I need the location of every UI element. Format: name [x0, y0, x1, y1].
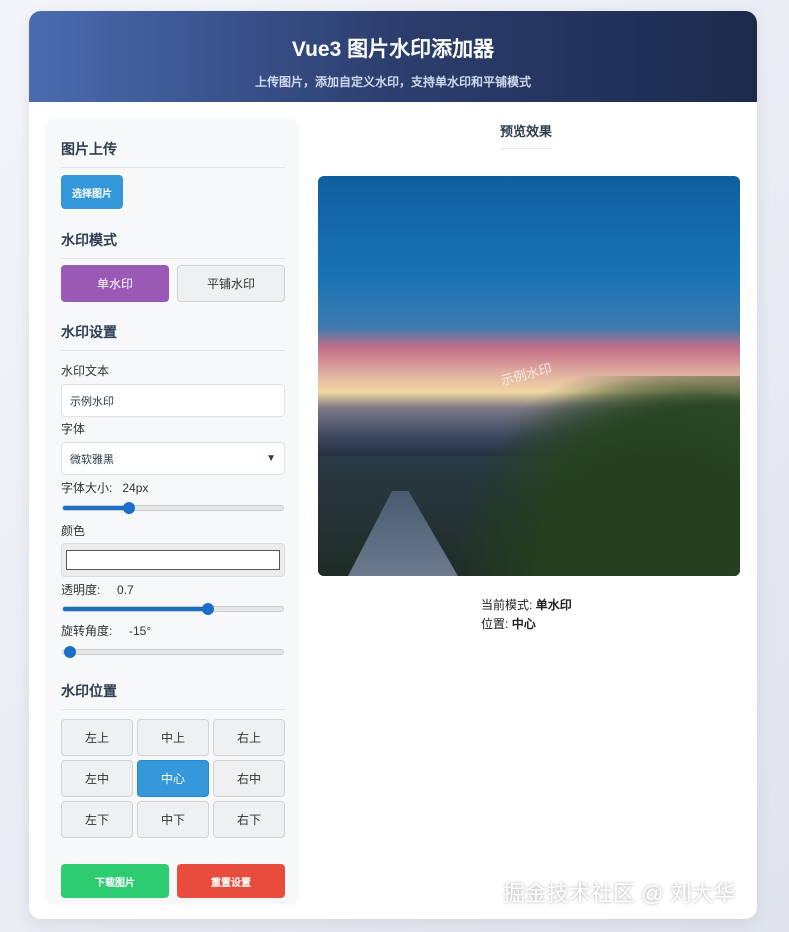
position-button[interactable]: 左下 [61, 801, 133, 838]
position-button[interactable]: 中上 [137, 719, 209, 756]
section-mode-title: 水印模式 [61, 230, 285, 259]
watermark-text-input[interactable]: 示例水印 [61, 384, 285, 417]
rotation-label: 旋转角度: -15° [61, 624, 152, 638]
section-upload-title: 图片上传 [61, 139, 285, 168]
font-label: 字体 [61, 422, 86, 436]
preview-title: 预览效果 [500, 121, 553, 149]
current-position-info: 位置: 中心 [481, 617, 536, 631]
reset-button[interactable]: 重置设置 [177, 864, 285, 898]
opacity-value: 0.7 [117, 583, 134, 597]
choose-image-button[interactable]: 选择图片 [61, 175, 123, 209]
size-label: 字体大小: 24px [61, 481, 149, 495]
app-card: Vue3 图片水印添加器 上传图片，添加自定义水印，支持单水印和平铺模式 图片上… [29, 11, 757, 919]
slider-thumb[interactable] [202, 603, 215, 615]
control-panel: 图片上传 选择图片 水印模式 单水印 平铺水印 水印设置 水印文本 示例水印 字… [45, 119, 299, 905]
current-mode-info: 当前模式: 单水印 [481, 598, 572, 612]
slider-thumb[interactable] [63, 646, 76, 658]
image-trees [450, 376, 740, 576]
chevron-down-icon: ▼ [266, 453, 276, 464]
site-watermark: 掘金技术社区 @ 刘大华 [503, 881, 736, 906]
mode-tile-button[interactable]: 平铺水印 [177, 265, 285, 302]
opacity-label: 透明度: 0.7 [61, 583, 134, 597]
slider-thumb[interactable] [123, 502, 135, 514]
size-value: 24px [122, 481, 149, 495]
color-swatch [66, 550, 280, 570]
position-button[interactable]: 左中 [61, 760, 133, 797]
page-title: Vue3 图片水印添加器 [291, 38, 495, 61]
rotation-value: -15° [129, 624, 152, 638]
font-select-value: 微软雅黑 [70, 453, 114, 466]
color-picker[interactable] [61, 543, 285, 577]
rotation-slider[interactable] [62, 646, 284, 658]
download-button[interactable]: 下载图片 [61, 864, 169, 898]
position-button[interactable]: 右下 [213, 801, 285, 838]
position-button[interactable]: 左上 [61, 719, 133, 756]
app-header: Vue3 图片水印添加器 上传图片，添加自定义水印，支持单水印和平铺模式 [29, 11, 757, 102]
mode-single-button[interactable]: 单水印 [61, 265, 169, 302]
preview-image: 示例水印 [318, 176, 740, 576]
position-button[interactable]: 中心 [137, 760, 209, 797]
font-size-slider[interactable] [62, 502, 284, 514]
position-button[interactable]: 右上 [213, 719, 285, 756]
color-label: 颜色 [61, 524, 86, 538]
position-button[interactable]: 中下 [137, 801, 209, 838]
page-subtitle: 上传图片，添加自定义水印，支持单水印和平铺模式 [254, 75, 531, 89]
text-label: 水印文本 [61, 364, 110, 378]
section-position-title: 水印位置 [61, 681, 285, 710]
opacity-slider[interactable] [62, 603, 284, 615]
position-button[interactable]: 右中 [213, 760, 285, 797]
section-settings-title: 水印设置 [61, 322, 285, 351]
font-select[interactable]: 微软雅黑 ▼ [61, 442, 285, 475]
